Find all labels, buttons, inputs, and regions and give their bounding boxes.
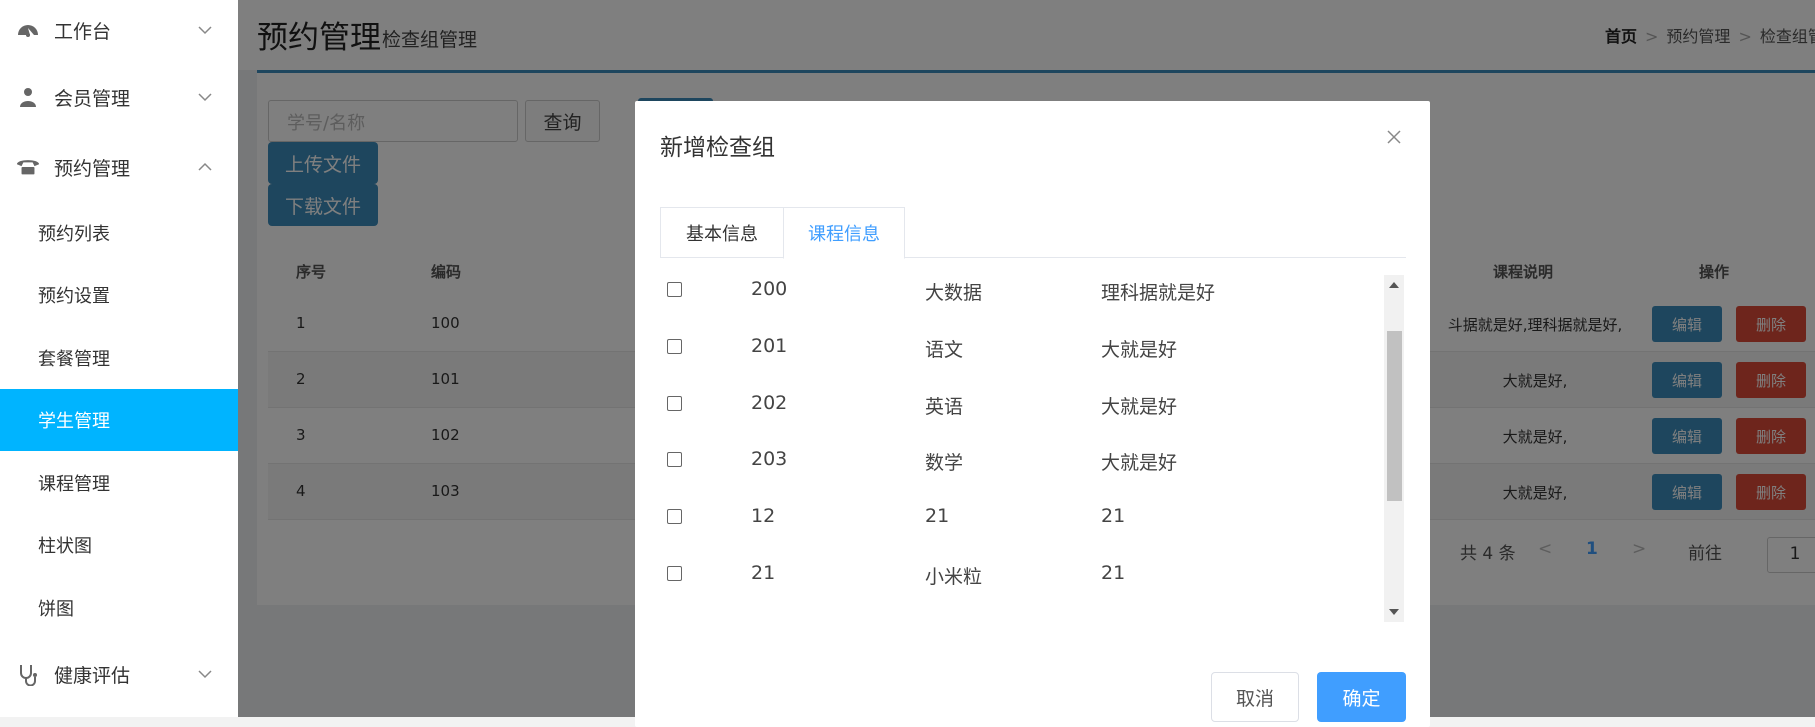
menu-label: 会员管理 [54, 87, 131, 110]
course-name: 英语 [925, 396, 964, 418]
course-code: 202 [751, 392, 788, 414]
course-desc: 大就是好 [1101, 396, 1178, 418]
submenu-pie-chart[interactable]: 饼图 [0, 577, 238, 639]
user-icon [16, 85, 40, 109]
submenu-label: 预约设置 [38, 286, 110, 307]
menu-workbench[interactable]: 工作台 [0, 6, 238, 54]
course-code: 203 [751, 448, 788, 470]
menu-members[interactable]: 会员管理 [0, 73, 238, 121]
menu-health[interactable]: 健康评估 [0, 650, 238, 698]
submenu-label: 课程管理 [38, 474, 110, 495]
list-scrollbar[interactable] [1384, 275, 1404, 622]
submenu-label: 预约列表 [38, 224, 110, 245]
course-name: 语文 [925, 339, 964, 361]
list-item [660, 618, 1380, 622]
course-desc: 理科据就是好 [1101, 282, 1216, 304]
submenu-package[interactable]: 套餐管理 [0, 327, 238, 389]
list-item: 21 小米粒 21 [660, 562, 1380, 619]
course-code: 21 [751, 562, 776, 584]
close-icon[interactable] [1386, 129, 1402, 145]
stethoscope-icon [16, 662, 40, 686]
chevron-down-icon [198, 670, 212, 679]
chevron-up-icon [198, 162, 212, 171]
course-list: 200 大数据 理科据就是好 201 语文 大就是好 202 英语 大就是好 2… [660, 275, 1406, 622]
list-item: 202 英语 大就是好 [660, 392, 1380, 449]
dashboard-icon [16, 18, 40, 42]
submenu-students[interactable]: 学生管理 [0, 389, 238, 451]
menu-appointment[interactable]: 预约管理 [0, 143, 238, 191]
submenu-label: 学生管理 [38, 411, 110, 432]
course-checkbox[interactable] [667, 566, 682, 581]
course-code: 201 [751, 335, 788, 357]
sidebar: 工作台 会员管理 预约管理 预约列表 预约设置 套餐管理 学生管理 课程管理 柱… [0, 0, 238, 717]
course-name: 数学 [925, 452, 964, 474]
scroll-thumb[interactable] [1387, 331, 1402, 501]
course-checkbox[interactable] [667, 282, 682, 297]
submenu-bar-chart[interactable]: 柱状图 [0, 514, 238, 576]
submenu-appointment-settings[interactable]: 预约设置 [0, 264, 238, 326]
tab-basic-info[interactable]: 基本信息 [660, 207, 783, 258]
list-item: 201 语文 大就是好 [660, 335, 1380, 392]
submenu-label: 柱状图 [38, 536, 92, 557]
dialog-title: 新增检查组 [660, 135, 775, 161]
list-item: 12 21 21 [660, 505, 1380, 562]
confirm-button[interactable]: 确定 [1317, 672, 1406, 722]
course-code: 200 [751, 278, 788, 300]
phone-icon [16, 155, 40, 179]
course-name: 大数据 [925, 282, 983, 304]
course-desc: 大就是好 [1101, 339, 1178, 361]
cancel-button[interactable]: 取消 [1211, 672, 1299, 722]
scroll-down-icon[interactable] [1384, 602, 1404, 622]
course-checkbox[interactable] [667, 396, 682, 411]
course-name: 小米粒 [925, 566, 983, 588]
course-checkbox[interactable] [667, 509, 682, 524]
list-item: 200 大数据 理科据就是好 [660, 278, 1380, 335]
course-name: 21 [925, 505, 950, 527]
submenu-label: 饼图 [38, 599, 74, 620]
course-checkbox[interactable] [667, 452, 682, 467]
chevron-down-icon [198, 26, 212, 35]
tab-course-info[interactable]: 课程信息 [783, 207, 905, 259]
menu-label: 预约管理 [54, 157, 131, 180]
course-desc: 21 [1101, 562, 1126, 584]
menu-label: 健康评估 [54, 664, 131, 687]
add-checkgroup-dialog: 新增检查组 基本信息 课程信息 200 大数据 理科据就是好 201 语文 大就… [635, 101, 1430, 727]
dialog-tabs: 基本信息 课程信息 [660, 207, 1406, 259]
course-desc: 21 [1101, 505, 1126, 527]
course-desc: 大就是好 [1101, 452, 1178, 474]
course-checkbox[interactable] [667, 339, 682, 354]
submenu-label: 套餐管理 [38, 349, 110, 370]
menu-label: 工作台 [54, 20, 112, 43]
scroll-up-icon[interactable] [1384, 275, 1404, 295]
submenu-courses[interactable]: 课程管理 [0, 452, 238, 514]
submenu-appointment-list[interactable]: 预约列表 [0, 202, 238, 264]
course-code: 12 [751, 505, 776, 527]
chevron-down-icon [198, 93, 212, 102]
list-item: 203 数学 大就是好 [660, 448, 1380, 505]
